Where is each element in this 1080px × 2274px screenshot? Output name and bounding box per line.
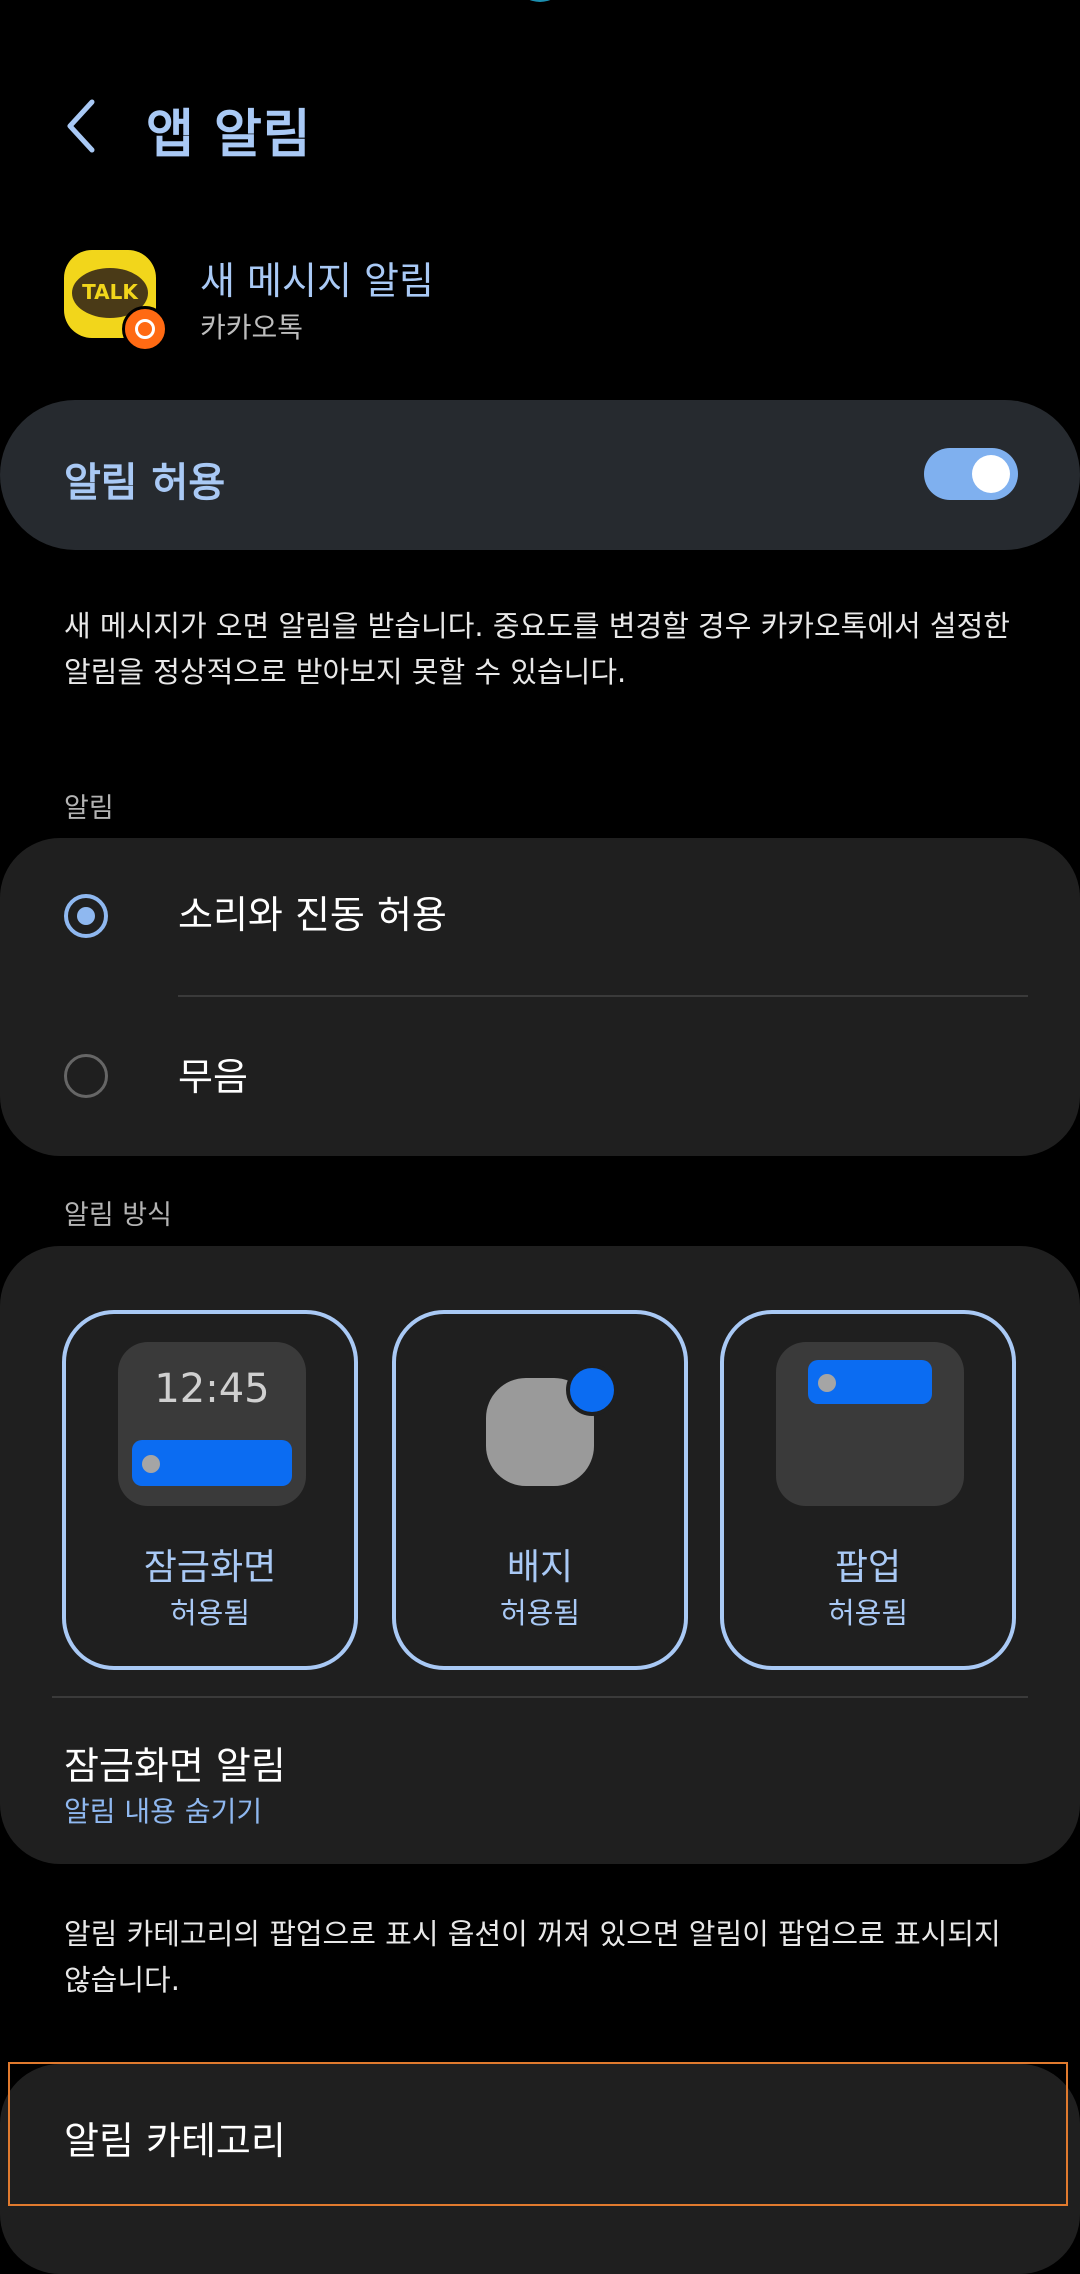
channel-name: 새 메시지 알림 — [200, 259, 434, 303]
toggle-knob — [972, 455, 1010, 493]
notification-category-label[interactable]: 알림 카테고리 — [64, 2110, 286, 2165]
allow-description: 새 메시지가 오면 알림을 받습니다. 중요도를 변경할 경우 카카오톡에서 설… — [64, 609, 1010, 689]
page-title: 앱 알림 — [146, 105, 312, 165]
app-name: 카카오톡 — [200, 311, 304, 344]
tile-title: 팝업 — [834, 1547, 902, 1588]
tile-title: 배지 — [506, 1547, 574, 1588]
radio-sound-vibrate[interactable] — [64, 894, 108, 938]
divider — [52, 1696, 1028, 1698]
kakaotalk-app-icon: TALK — [64, 250, 168, 352]
notification-badge-icon — [122, 306, 168, 352]
popup-preview — [776, 1342, 964, 1506]
option-sound-vibrate[interactable]: 소리와 진동 허용 — [178, 884, 447, 939]
section-label-alert: 알림 — [64, 793, 114, 824]
alert-options-card — [0, 838, 1080, 1156]
badge-dot-icon — [566, 1364, 618, 1416]
section-label-method: 알림 방식 — [64, 1200, 172, 1231]
back-chevron-icon[interactable] — [62, 98, 102, 154]
popup-description: 알림 카테고리의 팝업으로 표시 옵션이 꺼져 있으면 알림이 팝업으로 표시되… — [64, 1917, 1001, 1997]
tile-status: 허용됨 — [827, 1596, 909, 1630]
allow-notifications-label: 알림 허용 — [64, 460, 226, 506]
tile-lockscreen[interactable]: 12:45 잠금화면 허용됨 — [62, 1310, 358, 1670]
tile-title: 잠금화면 — [143, 1547, 277, 1588]
radio-silent[interactable] — [64, 1054, 108, 1098]
tile-status: 허용됨 — [169, 1596, 251, 1630]
status-indicator — [520, 0, 560, 2]
lockscreen-notifications-title[interactable]: 잠금화면 알림 — [64, 1735, 286, 1790]
divider — [178, 995, 1028, 997]
allow-notifications-toggle[interactable] — [924, 448, 1018, 500]
lockscreen-notifications-value[interactable]: 알림 내용 숨기기 — [64, 1790, 262, 1830]
option-silent[interactable]: 무음 — [178, 1046, 248, 1101]
tile-badge[interactable]: 배지 허용됨 — [392, 1310, 688, 1670]
tile-status: 허용됨 — [499, 1596, 581, 1630]
lockscreen-preview: 12:45 — [118, 1342, 306, 1506]
tile-popup[interactable]: 팝업 허용됨 — [720, 1310, 1016, 1670]
